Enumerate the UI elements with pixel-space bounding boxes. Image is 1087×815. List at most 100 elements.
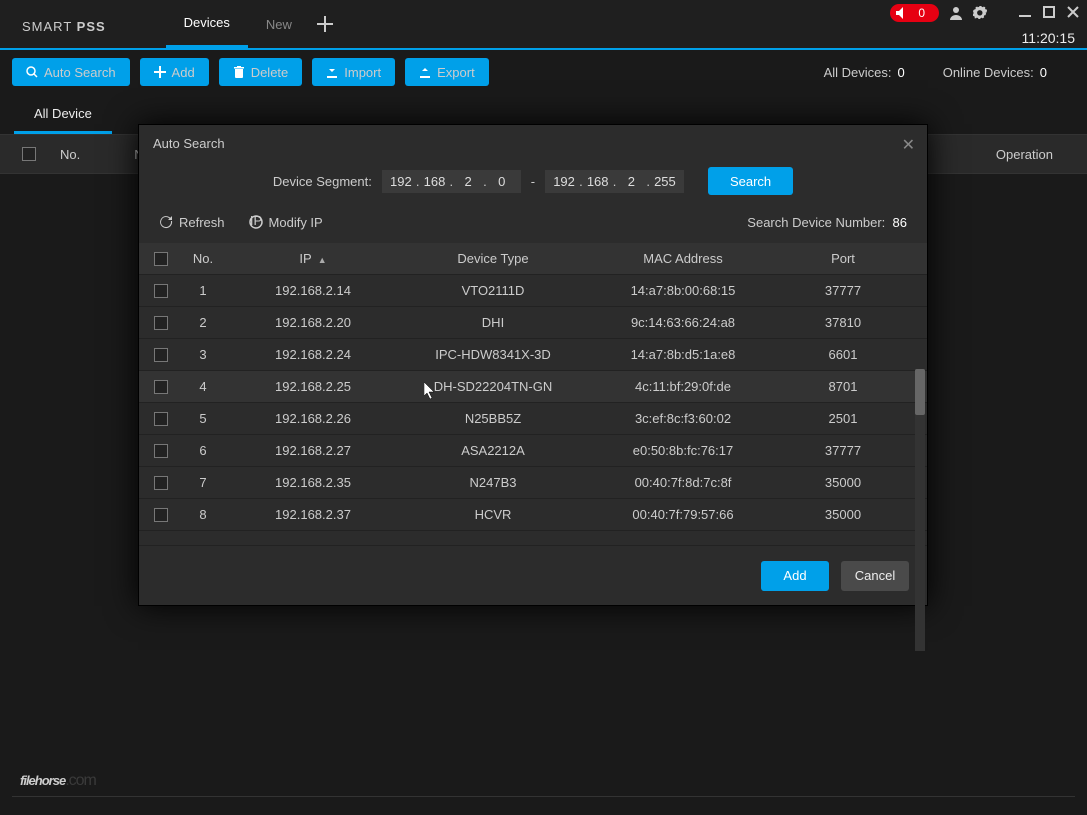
auto-search-button[interactable]: Auto Search xyxy=(12,58,130,86)
cell-port: 8701 xyxy=(783,379,903,394)
cell-mac: 14:a7:8b:00:68:15 xyxy=(583,283,783,298)
row-checkbox[interactable] xyxy=(154,508,168,522)
table-row[interactable]: 5192.168.2.26N25BB5Z3c:ef:8c:f3:60:02250… xyxy=(139,403,927,435)
volume-badge[interactable]: 0 xyxy=(890,4,939,22)
cell-ip: 192.168.2.27 xyxy=(223,443,403,458)
row-checkbox[interactable] xyxy=(154,380,168,394)
col-no: No. xyxy=(60,147,80,162)
table-row[interactable]: 4192.168.2.25DH-SD22204TN-GN4c:11:bf:29:… xyxy=(139,371,927,403)
dialog-cancel-button[interactable]: Cancel xyxy=(841,561,909,591)
cell-ip: 192.168.2.20 xyxy=(223,315,403,330)
cell-type: DH-SD22204TN-GN xyxy=(403,379,583,394)
watermark: filehorse.com xyxy=(20,759,96,793)
maximize-icon[interactable] xyxy=(1043,6,1057,20)
cell-no: 8 xyxy=(183,507,223,522)
row-checkbox[interactable] xyxy=(154,316,168,330)
table-row[interactable]: 6192.168.2.27ASA2212Ae0:50:8b:fc:76:1737… xyxy=(139,435,927,467)
svg-text:IP: IP xyxy=(249,215,261,228)
sort-asc-icon: ▲ xyxy=(318,255,327,265)
minimize-icon[interactable] xyxy=(1019,6,1033,20)
subtab-all-device[interactable]: All Device xyxy=(14,96,112,134)
import-button[interactable]: Import xyxy=(312,58,395,86)
row-checkbox[interactable] xyxy=(154,444,168,458)
cell-port: 37777 xyxy=(783,443,903,458)
cell-ip: 192.168.2.24 xyxy=(223,347,403,362)
dialog-search-button[interactable]: Search xyxy=(708,167,793,195)
cell-mac: 00:40:7f:79:57:66 xyxy=(583,507,783,522)
col-operation: Operation xyxy=(996,147,1053,162)
cell-no: 6 xyxy=(183,443,223,458)
cell-mac: 3c:ef:8c:f3:60:02 xyxy=(583,411,783,426)
cell-port: 2501 xyxy=(783,411,903,426)
cell-no: 2 xyxy=(183,315,223,330)
dialog-close-icon[interactable]: ✕ xyxy=(902,135,915,155)
tab-add-icon[interactable] xyxy=(310,0,340,48)
cell-type: HCVR xyxy=(403,507,583,522)
dialog-add-button[interactable]: Add xyxy=(761,561,829,591)
cell-port: 37777 xyxy=(783,283,903,298)
table-row[interactable]: 8192.168.2.37HCVR00:40:7f:79:57:6635000 xyxy=(139,499,927,531)
cell-mac: 9c:14:63:66:24:a8 xyxy=(583,315,783,330)
gear-icon[interactable] xyxy=(973,6,987,20)
table-row[interactable]: 2192.168.2.20DHI9c:14:63:66:24:a837810 xyxy=(139,307,927,339)
cell-mac: 4c:11:bf:29:0f:de xyxy=(583,379,783,394)
cell-type: N25BB5Z xyxy=(403,411,583,426)
select-all-checkbox[interactable] xyxy=(22,147,36,161)
cell-mac: e0:50:8b:fc:76:17 xyxy=(583,443,783,458)
cell-ip: 192.168.2.14 xyxy=(223,283,403,298)
close-icon[interactable] xyxy=(1067,6,1081,20)
cell-no: 5 xyxy=(183,411,223,426)
cell-type: ASA2212A xyxy=(403,443,583,458)
search-count: Search Device Number: 86 xyxy=(747,215,907,230)
dialog-scrollbar[interactable] xyxy=(915,369,925,651)
table-row[interactable]: 1192.168.2.14VTO2111D14:a7:8b:00:68:1537… xyxy=(139,275,927,307)
col-ip[interactable]: IP▲ xyxy=(223,251,403,266)
cell-port: 6601 xyxy=(783,347,903,362)
cell-port: 35000 xyxy=(783,507,903,522)
cell-ip: 192.168.2.37 xyxy=(223,507,403,522)
app-logo: SMART PSS xyxy=(22,11,106,37)
row-checkbox[interactable] xyxy=(154,476,168,490)
refresh-button[interactable]: Refresh xyxy=(159,215,225,230)
modify-ip-button[interactable]: IP Modify IP xyxy=(249,215,323,230)
cell-type: N247B3 xyxy=(403,475,583,490)
clock: 11:20:15 xyxy=(1022,30,1075,46)
cell-port: 37810 xyxy=(783,315,903,330)
delete-button[interactable]: Delete xyxy=(219,58,303,86)
tab-new[interactable]: New xyxy=(248,0,310,48)
cell-no: 1 xyxy=(183,283,223,298)
cell-mac: 14:a7:8b:d5:1a:e8 xyxy=(583,347,783,362)
export-button[interactable]: Export xyxy=(405,58,489,86)
auto-search-dialog: Auto Search ✕ Device Segment: . . . - . … xyxy=(138,124,928,606)
segment-label: Device Segment: xyxy=(273,174,372,189)
ip-from-input[interactable]: . . . xyxy=(382,170,521,193)
cell-ip: 192.168.2.25 xyxy=(223,379,403,394)
cell-no: 4 xyxy=(183,379,223,394)
user-icon[interactable] xyxy=(949,6,963,20)
online-devices-stat: Online Devices:0 xyxy=(943,65,1047,80)
all-devices-stat: All Devices:0 xyxy=(824,65,905,80)
cell-type: DHI xyxy=(403,315,583,330)
dialog-select-all-checkbox[interactable] xyxy=(154,252,168,266)
cell-type: VTO2111D xyxy=(403,283,583,298)
cell-no: 7 xyxy=(183,475,223,490)
row-checkbox[interactable] xyxy=(154,412,168,426)
dialog-title: Auto Search xyxy=(153,136,225,151)
table-row[interactable]: 3192.168.2.24IPC-HDW8341X-3D14:a7:8b:d5:… xyxy=(139,339,927,371)
ip-to-input[interactable]: . . . xyxy=(545,170,684,193)
row-checkbox[interactable] xyxy=(154,348,168,362)
cell-type: IPC-HDW8341X-3D xyxy=(403,347,583,362)
col-mac[interactable]: MAC Address xyxy=(583,251,783,266)
cell-no: 3 xyxy=(183,347,223,362)
table-row[interactable]: 7192.168.2.35N247B300:40:7f:8d:7c:8f3500… xyxy=(139,467,927,499)
row-checkbox[interactable] xyxy=(154,284,168,298)
tab-devices[interactable]: Devices xyxy=(166,0,248,48)
col-no[interactable]: No. xyxy=(183,251,223,266)
col-device-type[interactable]: Device Type xyxy=(403,251,583,266)
cell-ip: 192.168.2.26 xyxy=(223,411,403,426)
cell-ip: 192.168.2.35 xyxy=(223,475,403,490)
add-button[interactable]: Add xyxy=(140,58,209,86)
cell-mac: 00:40:7f:8d:7c:8f xyxy=(583,475,783,490)
cell-port: 35000 xyxy=(783,475,903,490)
col-port[interactable]: Port xyxy=(783,251,903,266)
